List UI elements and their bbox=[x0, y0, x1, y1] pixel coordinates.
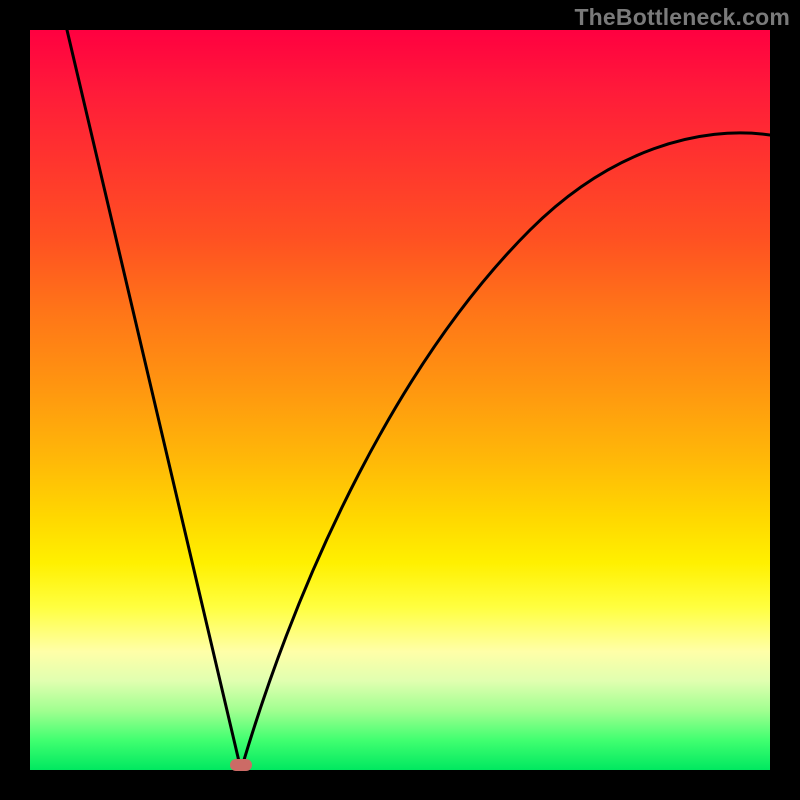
plot-area bbox=[30, 30, 770, 770]
chart-container: TheBottleneck.com bbox=[0, 0, 800, 800]
watermark-text: TheBottleneck.com bbox=[574, 4, 790, 31]
bottleneck-curve bbox=[67, 30, 770, 770]
min-point-marker bbox=[230, 759, 252, 771]
curve-layer bbox=[30, 30, 770, 770]
